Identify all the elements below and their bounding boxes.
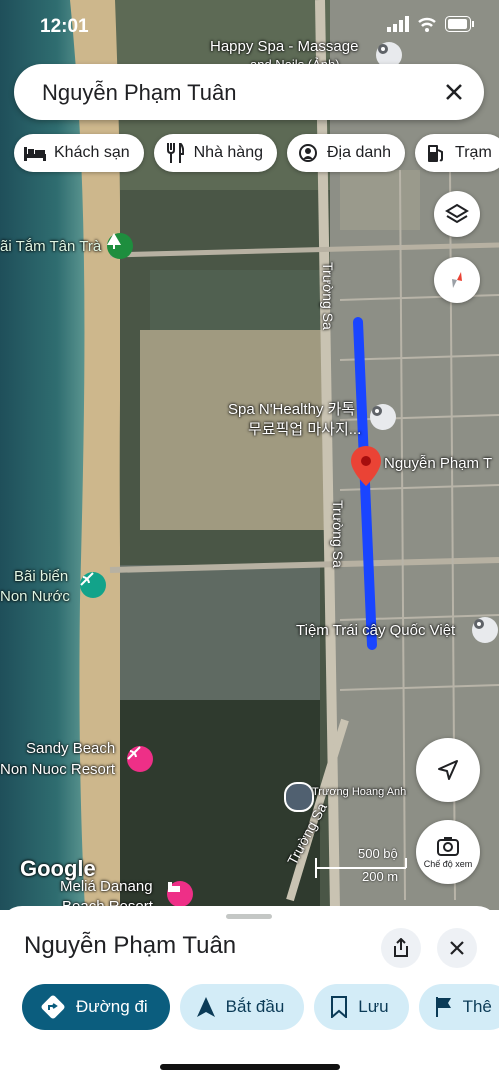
navigation-arrow-icon bbox=[438, 760, 458, 780]
status-bar: 12:01 bbox=[0, 14, 499, 44]
camera-icon bbox=[437, 836, 459, 856]
navigation-arrow-icon bbox=[196, 997, 215, 1017]
place-title: Nguyễn Phạm Tuân bbox=[24, 932, 237, 959]
save-button[interactable]: Lưu bbox=[314, 984, 409, 1030]
scale-ft: 500 bộ bbox=[358, 846, 398, 861]
close-icon[interactable] bbox=[440, 78, 468, 106]
chip-label: Địa danh bbox=[327, 144, 392, 161]
poi-melia[interactable]: Meliá Danang bbox=[60, 878, 153, 895]
chip-hotels[interactable]: Khách sạn bbox=[14, 134, 144, 172]
signal-icon bbox=[387, 16, 409, 32]
close-sheet-button[interactable] bbox=[437, 928, 477, 968]
scale-m: 200 m bbox=[362, 869, 399, 884]
user-avatar-icon[interactable] bbox=[284, 782, 314, 812]
photo-mode-label: Chế độ xem bbox=[423, 858, 473, 869]
fork-knife-icon bbox=[164, 142, 186, 164]
my-location-button[interactable] bbox=[416, 738, 480, 802]
road-label-truong-sa: Trường Sa bbox=[320, 262, 336, 330]
share-icon bbox=[394, 938, 408, 957]
close-icon bbox=[450, 941, 464, 955]
poi-pin-icon[interactable] bbox=[472, 617, 498, 643]
directions-icon bbox=[41, 995, 65, 1019]
landmark-icon bbox=[297, 142, 319, 164]
chip-label: Khách sạn bbox=[54, 144, 130, 161]
poi-pin-icon[interactable] bbox=[370, 404, 396, 430]
compass-icon bbox=[452, 272, 462, 288]
layers-icon bbox=[445, 203, 469, 224]
poi-spa-healthy[interactable]: Spa N'Healthy 카톡 bbox=[228, 398, 355, 419]
action-label: Lưu bbox=[358, 997, 389, 1016]
share-button[interactable] bbox=[381, 928, 421, 968]
search-bar[interactable]: Nguyễn Phạm Tuân bbox=[14, 64, 484, 120]
road-label-truong-sa-2: Trường Sa bbox=[330, 500, 346, 568]
chip-gas-stations[interactable]: Trạm bbox=[415, 134, 499, 172]
wifi-icon bbox=[418, 17, 436, 32]
sheet-drag-handle[interactable] bbox=[226, 914, 272, 919]
beach-icon[interactable] bbox=[80, 572, 106, 598]
action-label: Đường đi bbox=[76, 997, 148, 1016]
directions-button[interactable]: Đường đi bbox=[22, 984, 170, 1030]
status-time: 12:01 bbox=[40, 16, 89, 37]
poi-sandy-beach-sub: Non Nuoc Resort bbox=[0, 761, 116, 778]
action-label: Thê bbox=[462, 997, 492, 1016]
category-chips: Khách sạn Nhà hàng Địa danh Trạm bbox=[14, 134, 499, 172]
chip-restaurants[interactable]: Nhà hàng bbox=[153, 134, 277, 172]
poi-spa-healthy-sub: 무료픽업 마사지... bbox=[248, 421, 362, 438]
poi-tan-tra-beach[interactable]: ãi Tắm Tân Trà bbox=[0, 238, 101, 255]
poi-non-nuoc-beach-sub: Non Nước bbox=[0, 588, 70, 605]
place-sheet[interactable]: Nguyễn Phạm Tuân Đường đi Bắt đầu Lưu Th… bbox=[0, 906, 499, 1080]
resort-icon[interactable] bbox=[127, 746, 153, 772]
battery-icon bbox=[445, 16, 474, 32]
action-label: Bắt đầu bbox=[225, 997, 285, 1016]
layers-button[interactable] bbox=[434, 191, 480, 237]
poi-sandy-beach[interactable]: Sandy Beach bbox=[26, 740, 115, 757]
flag-icon bbox=[435, 997, 451, 1017]
chip-label: Nhà hàng bbox=[193, 144, 263, 161]
poi-non-nuoc-beach[interactable]: Bãi biển bbox=[14, 568, 68, 585]
photo-mode-button[interactable]: Chế độ xem bbox=[416, 820, 480, 884]
poi-truong-hoang-anh[interactable]: Trương Hoang Anh bbox=[312, 786, 406, 798]
location-pin-icon[interactable] bbox=[351, 446, 381, 486]
search-query[interactable]: Nguyễn Phạm Tuân bbox=[42, 80, 236, 106]
home-indicator[interactable] bbox=[160, 1064, 340, 1070]
add-label-button[interactable]: Thê bbox=[418, 984, 499, 1030]
chip-label: Trạm bbox=[455, 144, 492, 161]
chip-landmarks[interactable]: Địa danh bbox=[287, 134, 406, 172]
bookmark-icon bbox=[331, 996, 348, 1018]
map-scale: 500 bộ 200 m bbox=[316, 846, 398, 884]
poi-tiem-trai-cay[interactable]: Tiệm Trái cây Quốc Việt bbox=[296, 622, 455, 639]
compass-button[interactable] bbox=[434, 257, 480, 303]
bed-icon bbox=[24, 142, 46, 164]
start-button[interactable]: Bắt đầu bbox=[179, 984, 305, 1030]
gas-station-icon bbox=[425, 142, 447, 164]
hotel-icon[interactable] bbox=[167, 881, 193, 907]
destination-label[interactable]: Nguyễn Phạm T bbox=[384, 455, 492, 472]
tree-icon[interactable] bbox=[107, 233, 133, 259]
action-buttons: Đường đi Bắt đầu Lưu Thê bbox=[22, 984, 499, 1030]
